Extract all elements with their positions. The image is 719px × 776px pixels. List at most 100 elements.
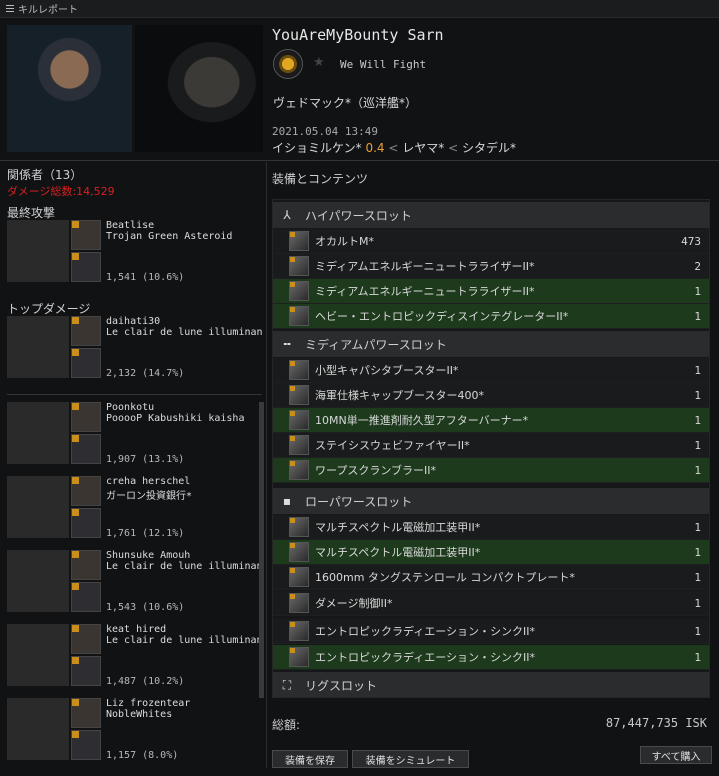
attacker-portrait[interactable] [7,476,69,538]
victim-ship-name[interactable]: ヴェドマック*（巡洋艦*） [273,94,417,111]
fit-item-row[interactable]: 小型キャパシタブースターII* 1 [273,358,709,383]
fit-item-row[interactable]: オカルトM* 473 [273,229,709,254]
simulate-fitting-button[interactable]: 装備をシミュレート [352,750,469,768]
attacker-portrait[interactable] [7,624,69,686]
attacker-weapon-icon[interactable] [71,582,101,612]
fit-item-name[interactable]: 10MN単一推進剤耐久型アフターバーナー* [315,412,659,428]
attackers-scrollbar[interactable] [259,402,264,698]
attacker-weapon-icon[interactable] [71,656,101,686]
fit-item-row[interactable]: ダメージ制御II* 1 [273,591,709,616]
attacker-row[interactable]: Liz frozentear NobleWhites 1,157 (8.0%) [7,698,267,768]
fit-item-row[interactable]: マルチスペクトル電磁加工装甲II* 1 [273,515,709,540]
attacker-weapon-icon[interactable] [71,252,101,282]
attacker-weapon-icon[interactable] [71,508,101,538]
attacker-corp[interactable]: Le clair de lune illuminan [106,327,266,338]
attacker-ship-icon[interactable] [71,220,101,250]
fit-item-name[interactable]: エントロピックラディエーション・シンクII* [315,649,659,665]
location-constellation[interactable]: レヤマ* [402,141,444,155]
afterburner-icon [289,410,309,430]
attacker-portrait[interactable] [7,316,69,378]
fit-item-name[interactable]: ミディアムエネルギーニュートラライザーII* [315,258,659,274]
attacker-name[interactable]: daihati30 [106,316,160,327]
attacker-name[interactable]: Beatlise [106,220,154,231]
fit-item-row[interactable]: ミディアムエネルギーニュートラライザーII* 1 [273,279,709,304]
fit-item-name[interactable]: ステイシスウェビファイヤーII* [315,437,659,453]
save-fitting-button[interactable]: 装備を保存 [272,750,348,768]
attacker-corp[interactable]: Trojan Green Asteroid [106,231,266,242]
attacker-row[interactable]: keat hired Le clair de lune illuminan 1,… [7,624,267,694]
fit-item-name[interactable]: マルチスペクトル電磁加工装甲II* [315,544,659,560]
window-titlebar[interactable]: キルレポート [0,0,719,18]
fit-item-name[interactable]: ミディアムエネルギーニュートラライザーII* [315,283,659,299]
fit-item-row[interactable]: ヘビー・エントロピックディスインテグレーターII* 1 [273,304,709,329]
fit-item-row[interactable]: エントロピックラディエーション・シンクII* 1 [273,645,709,670]
heat-sink-icon [289,621,309,641]
attacker-top-damage[interactable]: daihati30 Le clair de lune illuminan 2,1… [7,316,267,386]
attacker-portrait[interactable] [7,698,69,760]
armor-plate-icon [289,567,309,587]
fit-item-row[interactable]: 10MN単一推進剤耐久型アフターバーナー* 1 [273,408,709,433]
attacker-ship-icon[interactable] [71,476,101,506]
attacker-final-blow[interactable]: Beatlise Trojan Green Asteroid 1,541 (10… [7,220,267,290]
attacker-weapon-icon[interactable] [71,434,101,464]
location-region[interactable]: シタデル* [462,141,516,155]
buy-all-button[interactable]: すべて購入 [640,746,712,764]
attacker-name[interactable]: Poonkotu [106,402,154,413]
victim-corporation[interactable]: We Will Fight [340,58,426,71]
attacker-ship-icon[interactable] [71,550,101,580]
victim-ship-render[interactable] [135,25,263,152]
attacker-portrait[interactable] [7,220,69,282]
fit-item-row[interactable]: 海軍仕様キャップブースター400* 1 [273,383,709,408]
rig-slot-header[interactable]: ⛶ リグスロット [273,672,709,697]
attacker-portrait[interactable] [7,550,69,612]
fit-item-name[interactable]: オカルトM* [315,233,659,249]
fit-item-row[interactable]: マルチスペクトル電磁加工装甲II* 1 [273,540,709,565]
menu-icon[interactable] [6,5,14,12]
fit-item-row[interactable]: ステイシスウェビファイヤーII* 1 [273,433,709,458]
victim-name[interactable]: YouAreMyBounty Sarn [272,26,444,44]
low-slot-header[interactable]: ▪ ローパワースロット [273,488,709,514]
attacker-row[interactable]: Poonkotu PooooP Kabushiki kaisha 1,907 (… [7,402,267,472]
attacker-row[interactable]: Shunsuke Amouh Le clair de lune illumina… [7,550,267,620]
fit-item-name[interactable]: ダメージ制御II* [315,595,659,611]
fit-item-name[interactable]: エントロピックラディエーション・シンクII* [315,623,659,639]
mid-slot-header[interactable]: ╍ ミディアムパワースロット [273,331,709,357]
attacker-ship-icon[interactable] [71,624,101,654]
attacker-name[interactable]: Shunsuke Amouh [106,550,190,561]
victim-portrait[interactable] [7,25,132,152]
rig-slot-icon: ⛶ [282,677,292,692]
attacker-ship-icon[interactable] [71,402,101,432]
fit-item-row[interactable]: ワープスクランブラーII* 1 [273,458,709,483]
location-system[interactable]: イショミルケン* [272,141,362,155]
attacker-corp[interactable]: Le clair de lune illuminan [106,561,266,572]
fit-item-name[interactable]: ヘビー・エントロピックディスインテグレーターII* [315,308,659,324]
fit-item-row[interactable]: ミディアムエネルギーニュートラライザーII* 2 [273,254,709,279]
corporation-logo-icon[interactable] [273,49,303,79]
attacker-damage: 2,132 (14.7%) [106,368,185,379]
attacker-name[interactable]: keat hired [106,624,166,635]
attacker-weapon-icon[interactable] [71,348,101,378]
fit-item-row[interactable]: 1600mm タングステンロール コンパクトプレート* 1 [273,565,709,590]
scrambler-icon [289,460,309,480]
fit-item-name[interactable]: 1600mm タングステンロール コンパクトプレート* [315,569,659,585]
fit-item-name[interactable]: 海軍仕様キャップブースター400* [315,387,659,403]
fit-item-qty: 1 [694,463,701,477]
fit-item-name[interactable]: ワープスクランブラーII* [315,462,659,478]
attacker-corp[interactable]: PooooP Kabushiki kaisha [106,413,266,424]
attacker-corp[interactable]: Le clair de lune illuminan [106,635,266,646]
fitting-list[interactable]: ⅄ ハイパワースロット オカルトM* 473 ミディアムエネルギーニュートラライ… [272,199,710,698]
attacker-portrait[interactable] [7,402,69,464]
attacker-ship-icon[interactable] [71,316,101,346]
fit-item-row[interactable]: エントロピックラディエーション・シンクII* 1 [273,619,709,644]
attacker-name[interactable]: creha herschel [106,476,190,487]
fit-item-name[interactable]: マルチスペクトル電磁加工装甲II* [315,519,659,535]
attacker-corp[interactable]: ガーロン投資銀行* [106,487,266,502]
attacker-ship-icon[interactable] [71,698,101,728]
attacker-weapon-icon[interactable] [71,730,101,760]
high-slot-header[interactable]: ⅄ ハイパワースロット [273,202,709,228]
fit-item-name[interactable]: 小型キャパシタブースターII* [315,362,659,378]
fitting-title: 装備とコンテンツ [272,172,369,186]
attacker-name[interactable]: Liz frozentear [106,698,190,709]
attacker-row[interactable]: creha herschel ガーロン投資銀行* 1,761 (12.1%) [7,476,267,546]
attacker-corp[interactable]: NobleWhites [106,709,266,720]
